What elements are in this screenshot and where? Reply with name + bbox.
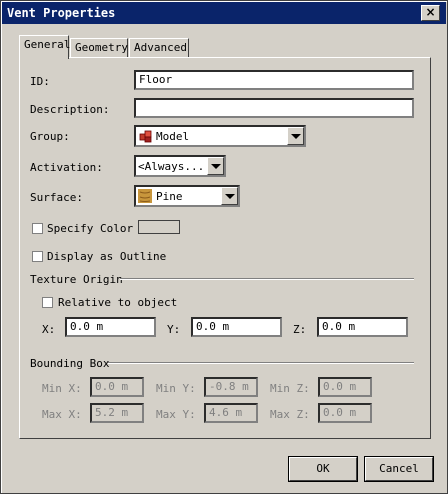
pine-texture-icon [138,189,152,203]
group-label: Group: [30,130,70,143]
texture-origin-heading: Texture Origin [30,273,123,286]
display-outline-checkbox[interactable] [32,251,43,262]
group-dropdown-button[interactable] [287,127,304,145]
id-label: ID: [30,75,50,88]
min-z-label: Min Z: [270,382,310,395]
texture-x-label: X: [42,323,56,336]
max-z-field: 0.0 m [318,403,372,423]
tab-general[interactable]: General [19,35,70,59]
activation-dropdown-button[interactable] [207,157,224,175]
surface-label: Surface: [30,191,83,204]
texture-x-input[interactable]: 0.0 m [65,317,156,337]
surface-select[interactable]: Pine [134,185,240,207]
min-z-field: 0.0 m [318,377,372,397]
specify-color-checkbox[interactable] [32,223,43,234]
activation-select[interactable]: <Always... [134,155,226,177]
min-y-label: Min Y: [156,382,196,395]
tab-advanced[interactable]: Advanced [129,38,189,58]
id-input[interactable]: Floor [134,70,414,90]
bounding-box-divider [108,362,414,364]
window-title: Vent Properties [7,6,116,20]
max-x-label: Max X: [42,408,82,421]
specify-color-label: Specify Color [47,222,134,235]
model-group-icon [139,130,152,143]
description-input[interactable] [134,98,414,118]
texture-origin-divider [120,278,414,280]
relative-to-object-checkbox[interactable] [42,297,53,308]
group-select[interactable]: Model [134,125,306,147]
min-x-label: Min X: [42,382,82,395]
general-panel: ID: Floor Description: Group: Model Acti… [19,57,431,439]
color-swatch-button[interactable] [138,220,180,234]
texture-y-label: Y: [167,323,181,336]
surface-dropdown-button[interactable] [221,187,238,205]
texture-z-input[interactable]: 0.0 m [317,317,408,337]
group-value: Model [156,130,190,143]
max-y-label: Max Y: [156,408,196,421]
title-bar: Vent Properties × [2,2,446,24]
max-x-field: 5.2 m [90,403,144,423]
tab-geometry[interactable]: Geometry [70,38,128,58]
activation-value: <Always... [138,160,205,173]
vent-properties-dialog: Vent Properties × General Geometry Advan… [0,0,448,494]
surface-value: Pine [156,190,183,203]
close-icon: × [425,5,436,19]
ok-button[interactable]: OK [288,456,358,482]
description-label: Description: [30,103,110,116]
texture-z-label: Z: [293,323,307,336]
relative-to-object-label: Relative to object [58,296,178,309]
max-z-label: Max Z: [270,408,310,421]
close-button[interactable]: × [421,5,440,21]
min-y-field: -0.8 m [204,377,258,397]
activation-label: Activation: [30,161,103,174]
display-outline-label: Display as Outline [47,250,167,263]
texture-y-input[interactable]: 0.0 m [191,317,282,337]
cancel-button[interactable]: Cancel [364,456,434,482]
bounding-box-heading: Bounding Box [30,357,110,370]
max-y-field: 4.6 m [204,403,258,423]
min-x-field: 0.0 m [90,377,144,397]
